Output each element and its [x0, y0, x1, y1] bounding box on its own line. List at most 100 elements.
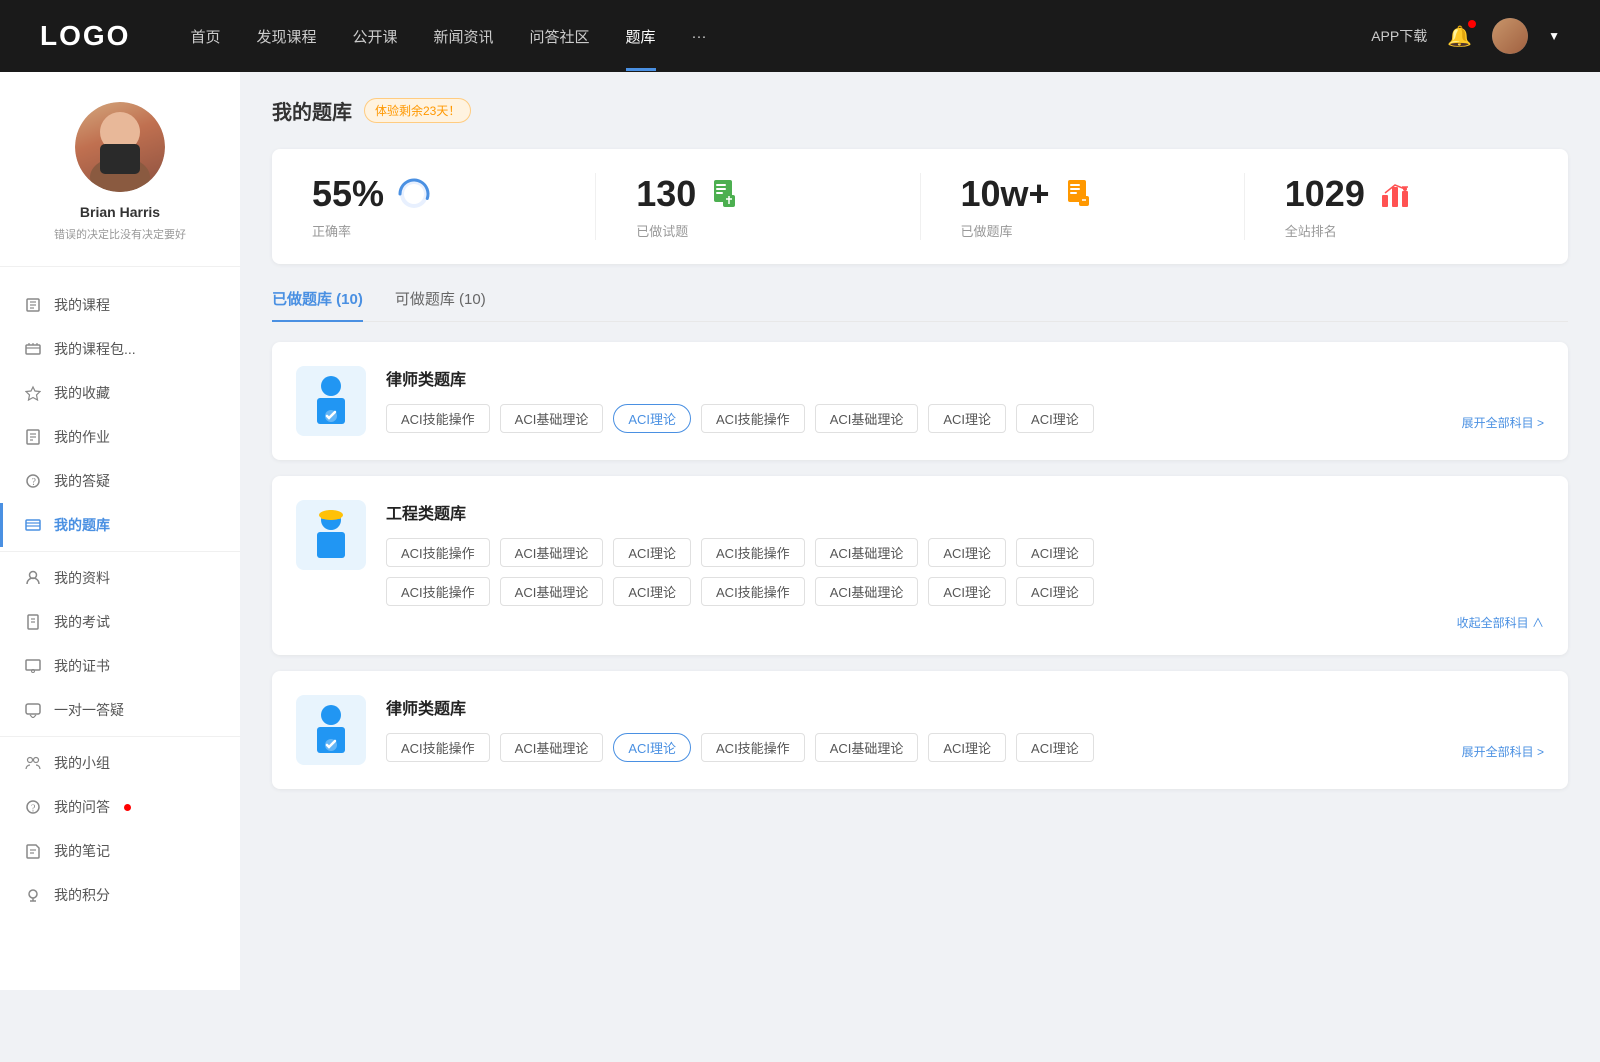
- done-banks-value: 10w+: [961, 173, 1050, 215]
- user-avatar-nav[interactable]: [1492, 18, 1528, 54]
- stat-done-banks: 10w+ 已做题库: [921, 173, 1245, 240]
- tag[interactable]: ACI技能操作: [701, 733, 805, 762]
- sidebar-item-courses[interactable]: 我的课程: [0, 283, 240, 327]
- chart-red-icon: [1377, 176, 1413, 212]
- qbank-card-2: 工程类题库 ACI技能操作 ACI基础理论 ACI理论 ACI技能操作 ACI基…: [272, 476, 1568, 655]
- page-title: 我的题库: [272, 96, 352, 125]
- notification-bell-icon[interactable]: 🔔: [1447, 24, 1472, 49]
- rank-value: 1029: [1285, 173, 1365, 215]
- tag[interactable]: ACI理论: [928, 577, 1006, 606]
- notification-badge: [1468, 20, 1476, 28]
- app-download-button[interactable]: APP下载: [1371, 26, 1427, 46]
- sidebar-item-label: 我的笔记: [54, 841, 110, 861]
- nav-news[interactable]: 新闻资讯: [434, 26, 494, 47]
- page-header: 我的题库 体验剩余23天！: [272, 96, 1568, 125]
- collapse-link-2[interactable]: 收起全部科目 ∧: [386, 614, 1544, 631]
- qbank-card-3: 律师类题库 ACI技能操作 ACI基础理论 ACI理论 ACI技能操作 ACI基…: [272, 671, 1568, 789]
- tag[interactable]: ACI理论: [613, 577, 691, 606]
- tabs-row: 已做题库 (10) 可做题库 (10): [272, 288, 1568, 322]
- tag[interactable]: ACI基础理论: [815, 538, 919, 567]
- sidebar-item-group[interactable]: 我的小组: [0, 741, 240, 785]
- tag[interactable]: ACI技能操作: [701, 538, 805, 567]
- navbar-right: APP下载 🔔 ▼: [1371, 18, 1560, 54]
- user-dropdown-icon[interactable]: ▼: [1548, 29, 1560, 43]
- sidebar-menu: 我的课程 我的课程包... 我的收藏 我的作业: [0, 283, 240, 917]
- svg-text:?: ?: [31, 804, 36, 815]
- sidebar-item-label: 我的小组: [54, 753, 110, 773]
- nav-open-course[interactable]: 公开课: [352, 26, 397, 47]
- tag-active[interactable]: ACI理论: [613, 404, 691, 433]
- sidebar-item-label: 我的问答: [54, 797, 110, 817]
- sidebar-item-exam[interactable]: 我的考试: [0, 600, 240, 644]
- tag[interactable]: ACI技能操作: [386, 404, 490, 433]
- sidebar-item-label: 我的课程包...: [54, 339, 136, 359]
- nav-more[interactable]: ···: [692, 28, 707, 45]
- qbank-header: 律师类题库 ACI技能操作 ACI基础理论 ACI理论 ACI技能操作 ACI基…: [296, 695, 1544, 765]
- qbank-icon-wrap-3: [296, 695, 366, 765]
- tag[interactable]: ACI基础理论: [500, 538, 604, 567]
- sidebar-item-favorites[interactable]: 我的收藏: [0, 371, 240, 415]
- qbank-name-3: 律师类题库: [386, 695, 1544, 719]
- sidebar-item-label: 一对一答疑: [54, 700, 124, 720]
- tag[interactable]: ACI基础理论: [500, 404, 604, 433]
- pie-chart-icon: [396, 176, 432, 212]
- tag-active[interactable]: ACI理论: [613, 733, 691, 762]
- tab-available[interactable]: 可做题库 (10): [395, 288, 486, 321]
- nav-home[interactable]: 首页: [190, 26, 220, 47]
- exam-icon: [24, 613, 42, 631]
- tag[interactable]: ACI理论: [1016, 404, 1094, 433]
- sidebar-item-certificate[interactable]: 我的证书: [0, 644, 240, 688]
- tag[interactable]: ACI技能操作: [701, 577, 805, 606]
- tag[interactable]: ACI理论: [1016, 538, 1094, 567]
- sidebar-item-qbank[interactable]: 我的题库: [0, 503, 240, 547]
- tag[interactable]: ACI理论: [928, 538, 1006, 567]
- sidebar-item-homework[interactable]: 我的作业: [0, 415, 240, 459]
- tag[interactable]: ACI理论: [928, 404, 1006, 433]
- sidebar-item-notes[interactable]: 我的笔记: [0, 829, 240, 873]
- tag[interactable]: ACI理论: [613, 538, 691, 567]
- course-package-icon: [24, 340, 42, 358]
- main-content: 我的题库 体验剩余23天！ 55% 正确率: [240, 72, 1600, 990]
- expand-link-1[interactable]: 展开全部科目 >: [1462, 414, 1544, 431]
- nav-discover[interactable]: 发现课程: [256, 26, 316, 47]
- sidebar-item-label: 我的收藏: [54, 383, 110, 403]
- tag[interactable]: ACI技能操作: [386, 577, 490, 606]
- main-layout: Brian Harris 错误的决定比没有决定要好 我的课程 我的课程包...: [0, 72, 1600, 990]
- notes-icon: [24, 842, 42, 860]
- tag[interactable]: ACI技能操作: [386, 538, 490, 567]
- tag[interactable]: ACI技能操作: [386, 733, 490, 762]
- sidebar-item-qa[interactable]: ? 我的答疑: [0, 459, 240, 503]
- done-questions-label: 已做试题: [636, 221, 688, 240]
- sidebar-item-1on1[interactable]: 一对一答疑: [0, 688, 240, 732]
- tag[interactable]: ACI理论: [928, 733, 1006, 762]
- qbank-icon: [24, 516, 42, 534]
- tag[interactable]: ACI基础理论: [500, 733, 604, 762]
- qa-red-dot: [124, 804, 131, 811]
- tag[interactable]: ACI基础理论: [815, 577, 919, 606]
- sidebar-item-profile[interactable]: 我的资料: [0, 556, 240, 600]
- tag[interactable]: ACI基础理论: [815, 733, 919, 762]
- tags-row-1: ACI技能操作 ACI基础理论 ACI理论 ACI技能操作 ACI基础理论 AC…: [386, 404, 1094, 433]
- tag[interactable]: ACI技能操作: [701, 404, 805, 433]
- sidebar-item-course-package[interactable]: 我的课程包...: [0, 327, 240, 371]
- sidebar-item-my-qa[interactable]: ? 我的问答: [0, 785, 240, 829]
- tag[interactable]: ACI理论: [1016, 577, 1094, 606]
- sidebar-item-label: 我的考试: [54, 612, 110, 632]
- user-name: Brian Harris: [80, 204, 160, 220]
- doc-green-icon: [708, 176, 744, 212]
- tag[interactable]: ACI基础理论: [815, 404, 919, 433]
- sidebar-item-label: 我的答疑: [54, 471, 110, 491]
- sidebar-item-label: 我的题库: [54, 515, 110, 535]
- homework-icon: [24, 428, 42, 446]
- nav-qa[interactable]: 问答社区: [530, 26, 590, 47]
- qbank-header: 律师类题库 ACI技能操作 ACI基础理论 ACI理论 ACI技能操作 ACI基…: [296, 366, 1544, 436]
- expand-link-3[interactable]: 展开全部科目 >: [1462, 743, 1544, 760]
- qbank-info-1: 律师类题库 ACI技能操作 ACI基础理论 ACI理论 ACI技能操作 ACI基…: [386, 366, 1544, 433]
- tag[interactable]: ACI基础理论: [500, 577, 604, 606]
- nav-qbank[interactable]: 题库: [626, 26, 656, 47]
- sidebar-item-points[interactable]: 我的积分: [0, 873, 240, 917]
- profile-icon: [24, 569, 42, 587]
- tab-done[interactable]: 已做题库 (10): [272, 288, 363, 321]
- doc-orange-icon: [1062, 176, 1098, 212]
- tag[interactable]: ACI理论: [1016, 733, 1094, 762]
